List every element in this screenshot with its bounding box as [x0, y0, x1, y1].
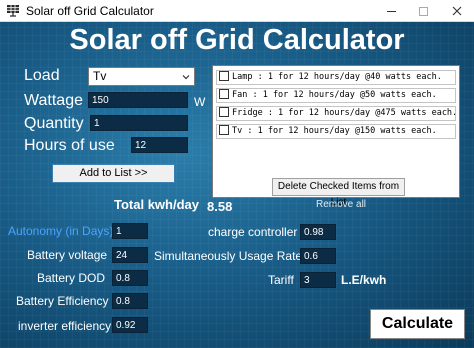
tariff-label: Tariff: [268, 273, 294, 287]
total-kwh-value: 8.58: [207, 199, 233, 214]
charge-controller-label: charge controller: [208, 225, 298, 239]
list-item[interactable]: Lamp : 1 for 12 hours/day @40 watts each…: [216, 70, 456, 85]
battery-dod-input[interactable]: 0.8: [112, 270, 148, 286]
chevron-down-icon: [182, 75, 190, 80]
load-select[interactable]: Tv: [88, 67, 195, 86]
list-item[interactable]: Fan : 1 for 12 hours/day @50 watts each.: [216, 88, 456, 103]
charge-controller-input[interactable]: 0.98: [300, 224, 336, 240]
close-icon[interactable]: [442, 0, 472, 22]
checkbox[interactable]: [219, 107, 229, 117]
inverter-efficiency-label: inverter efficiency: [18, 319, 112, 333]
list-item-text: Fridge : 1 for 12 hours/day @475 watts e…: [232, 108, 456, 118]
solar-panel-icon: [7, 5, 19, 17]
list-item-text: Fan : 1 for 12 hours/day @50 watts each.: [232, 90, 437, 100]
simultaneous-usage-label: Simultaneously Usage Rate: [154, 249, 303, 263]
quantity-label: Quantity: [24, 115, 84, 132]
wattage-label: Wattage: [24, 92, 83, 109]
battery-efficiency-input[interactable]: 0.8: [112, 293, 148, 309]
hours-input[interactable]: 12: [131, 137, 188, 153]
checkbox[interactable]: [219, 71, 229, 81]
autonomy-input[interactable]: 1: [112, 223, 148, 239]
calculate-button[interactable]: Calculate: [370, 309, 465, 339]
total-kwh-label: Total kwh/day: [114, 197, 199, 212]
autonomy-label: Autonomy (in Days): [8, 224, 114, 238]
battery-dod-label: Battery DOD: [37, 271, 106, 285]
maximize-icon[interactable]: [408, 0, 438, 22]
battery-voltage-input[interactable]: 24: [112, 247, 148, 263]
calculator-panel: Solar off Grid Calculator Load Tv Wattag…: [0, 22, 474, 348]
wattage-input[interactable]: 150: [88, 92, 188, 108]
inverter-efficiency-input[interactable]: 0.92: [112, 317, 148, 333]
title-bar: Solar off Grid Calculator: [0, 0, 474, 22]
load-select-value: Tv: [93, 69, 107, 83]
battery-efficiency-label: Battery Efficiency: [16, 294, 109, 308]
load-label: Load: [24, 67, 60, 84]
add-to-list-button[interactable]: Add to List >>: [52, 164, 175, 183]
minimize-icon[interactable]: [376, 0, 406, 22]
tariff-input[interactable]: 3: [300, 272, 336, 288]
remove-all-link[interactable]: Remove all: [316, 199, 366, 210]
list-item-text: Lamp : 1 for 12 hours/day @40 watts each…: [232, 72, 442, 82]
delete-checked-button[interactable]: Delete Checked Items from List: [272, 178, 405, 208]
tariff-unit: L.E/kwh: [341, 273, 387, 287]
checkbox[interactable]: [219, 89, 229, 99]
battery-voltage-label: Battery voltage: [27, 248, 108, 262]
simultaneous-usage-input[interactable]: 0.6: [300, 248, 336, 264]
list-item-text: Tv : 1 for 12 hours/day @150 watts each.: [232, 126, 437, 136]
window-title: Solar off Grid Calculator: [26, 4, 154, 18]
quantity-input[interactable]: 1: [90, 115, 188, 131]
list-item[interactable]: Tv : 1 for 12 hours/day @150 watts each.: [216, 124, 456, 139]
checkbox[interactable]: [219, 125, 229, 135]
hours-label: Hours of use: [24, 137, 115, 154]
page-title: Solar off Grid Calculator: [69, 24, 405, 56]
list-item[interactable]: Fridge : 1 for 12 hours/day @475 watts e…: [216, 106, 456, 121]
wattage-unit: W: [194, 95, 206, 109]
